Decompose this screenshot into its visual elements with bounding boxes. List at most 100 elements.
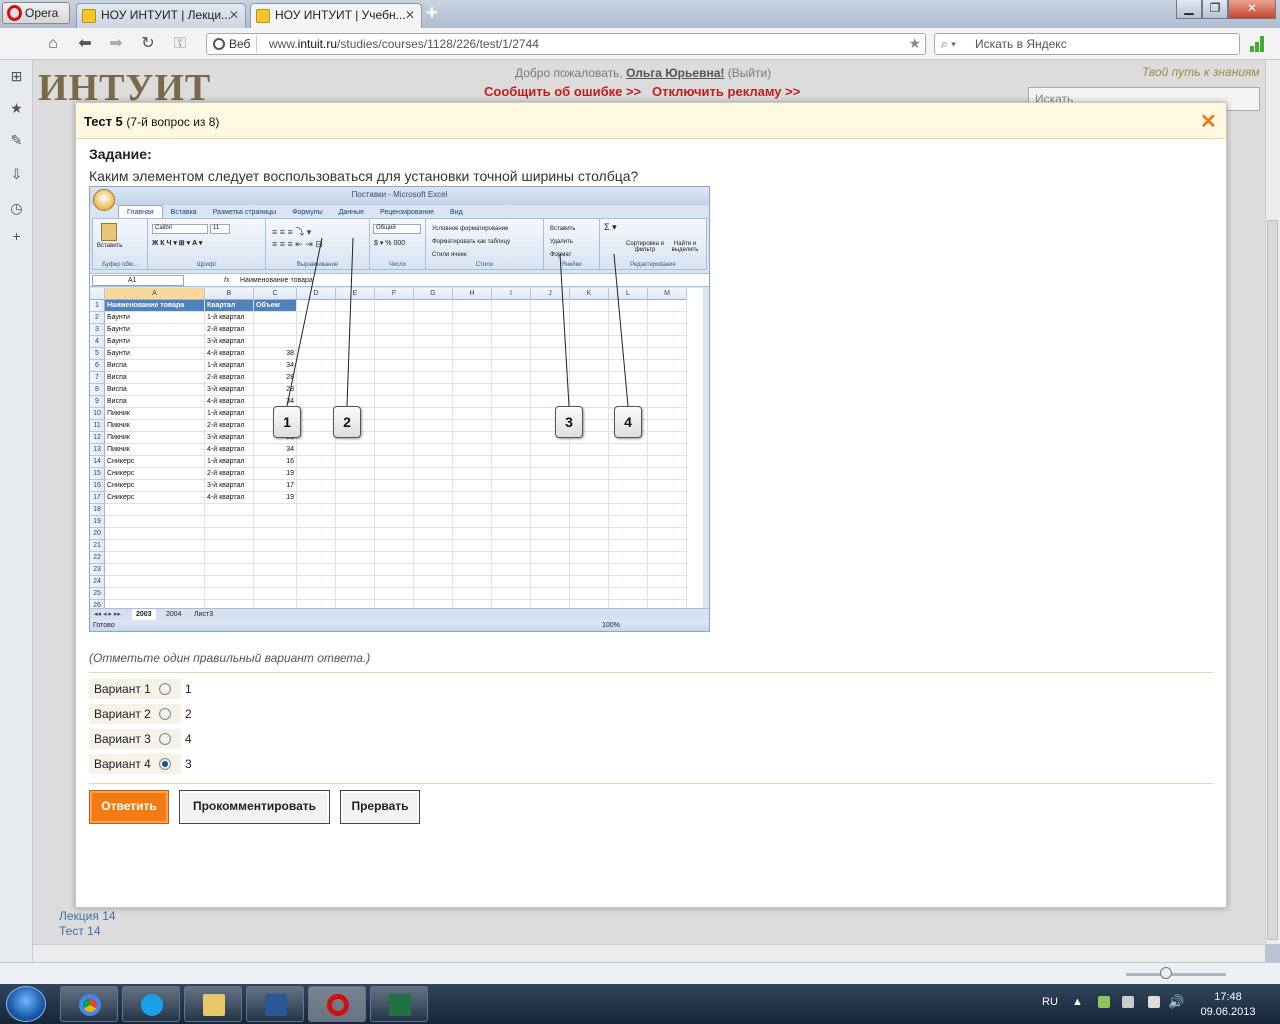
option-2-label[interactable]: Вариант 2 [89,704,181,724]
tray-network-icon[interactable] [1122,996,1134,1008]
ribbon-tab: Главная [118,205,163,219]
excel-window-title: Поставки - Microsoft Excel [90,187,709,205]
grid-cell [453,564,492,576]
option-4-label[interactable]: Вариант 4 [89,754,181,774]
option-1-radio[interactable] [159,683,171,695]
sheet-tab: 2004 [166,611,182,618]
grid-cell [105,576,205,588]
grid-cell [648,576,687,588]
tab-test[interactable]: НОУ ИНТУИТ | Учебн... ✕ [250,3,422,28]
intuit-favicon-icon [82,9,96,23]
close-tab-icon[interactable]: ✕ [229,4,239,27]
grid-cell [336,540,375,552]
new-tab-icon[interactable]: + [426,2,438,25]
maximize-button[interactable]: ❐ [1202,0,1228,19]
tray-power-icon[interactable] [1148,996,1160,1008]
grid-cell [254,588,297,600]
callout-pointer-line [286,237,323,407]
grid-cell [492,552,531,564]
minimize-button[interactable]: ▁ [1176,0,1202,19]
volume-icon[interactable]: 🔊 [1168,994,1184,1010]
option-4-radio[interactable] [159,758,171,770]
grid-cell [336,552,375,564]
url-text: www.intuit.ru/studies/courses/1128/226/t… [269,37,539,51]
start-button[interactable] [6,986,46,1022]
opera-menu-button[interactable]: Opera [2,2,70,24]
option-3-label[interactable]: Вариант 3 [89,729,181,749]
option-2-radio[interactable] [159,708,171,720]
option-3-radio[interactable] [159,733,171,745]
grid-cell [297,552,336,564]
grid-cell [205,552,254,564]
grid-cell [492,588,531,600]
reload-icon[interactable]: ↻ [138,34,158,54]
add-panel-icon[interactable]: + [8,228,25,245]
report-error-link[interactable]: Сообщить об ошибке >> [484,84,641,99]
grid-cell [531,588,570,600]
sheet-tab: 2003 [132,609,156,620]
system-clock[interactable]: 17:48 09.06.2013 [1196,990,1260,1020]
yandex-search-input[interactable]: ⌕ ▾ Искать в Яндекс [934,33,1240,55]
close-tab-icon[interactable]: ✕ [405,4,415,27]
site-slogan: Твой путь к знаниям [1142,65,1260,79]
grid-cell [609,540,648,552]
grid-cell [531,540,570,552]
answer-hint: (Отметьте один правильный вариант ответа… [89,651,371,665]
tray-arrow-icon[interactable]: ▲ [1072,996,1083,1008]
tab-lecture[interactable]: НОУ ИНТУИТ | Лекци... ✕ [76,3,246,28]
tray-app-icon[interactable] [1098,996,1110,1008]
grid-cell [492,576,531,588]
history-clock-icon[interactable]: ◷ [8,200,25,217]
taskbar-word[interactable] [246,986,304,1022]
url-field[interactable]: Веб www.intuit.ru/studies/courses/1128/2… [206,33,926,55]
site-info-badge[interactable]: Веб [209,35,258,53]
logout-link[interactable]: (Выйти) [728,66,772,80]
scrollbar-thumb[interactable] [1267,220,1278,940]
sidebar-item-test-14[interactable]: Тест 14 [59,924,101,938]
taskbar-opera[interactable] [308,986,366,1022]
taskbar-explorer[interactable] [184,986,242,1022]
taskbar-chrome[interactable] [60,986,118,1022]
sidebar-item-lecture-14[interactable]: Лекция 14 [59,909,116,923]
downloads-icon[interactable]: ⇩ [8,166,25,183]
speed-dial-signal-icon[interactable] [1250,36,1270,52]
grid-cell [648,588,687,600]
grid-cell [609,588,648,600]
notes-icon[interactable]: ✎ [8,132,25,149]
comment-button[interactable]: Прокомментировать [179,790,330,824]
callout-pointers [286,237,629,407]
disable-ads-link[interactable]: Отключить рекламу >> [652,84,800,99]
grid-cell [297,576,336,588]
grid-cell [414,540,453,552]
opera-side-panel: ⊞ ★ ✎ ⇩ ◷ + [0,60,33,964]
language-indicator[interactable]: RU [1042,996,1058,1008]
option-4-value: 3 [185,757,192,771]
opera-logo-icon [7,5,22,21]
grid-cell [648,552,687,564]
bookmarks-panel-icon[interactable]: ⊞ [8,68,25,85]
close-window-button[interactable]: ✕ [1228,0,1276,19]
office-button-icon [93,189,115,211]
row-header: 25 [90,588,105,600]
close-dialog-icon[interactable]: ✕ [1200,109,1217,134]
home-icon[interactable]: ⌂ [43,34,63,54]
back-icon[interactable]: ⬅ [75,34,95,54]
option-1-label[interactable]: Вариант 1 [89,679,181,699]
abort-button[interactable]: Прервать [340,790,420,824]
grid-cell [205,564,254,576]
forward-icon[interactable]: ➡ [106,34,126,54]
horizontal-scrollbar[interactable] [33,944,1265,962]
taskbar-excel[interactable] [370,986,428,1022]
option-2-value: 2 [185,707,192,721]
user-name-link[interactable]: Ольга Юрьевна! [626,66,724,80]
favorites-star-icon[interactable]: ★ [8,100,25,117]
key-icon[interactable]: ⚿ [170,34,190,54]
grid-cell [453,540,492,552]
zoom-slider-handle[interactable] [1160,967,1172,979]
grid-cell [648,540,687,552]
zoom-slider[interactable] [1126,973,1226,976]
grid-cell [453,576,492,588]
answer-button[interactable]: Ответить [89,790,169,824]
taskbar-skype[interactable] [122,986,180,1022]
bookmark-star-icon[interactable]: ★ [908,35,921,52]
